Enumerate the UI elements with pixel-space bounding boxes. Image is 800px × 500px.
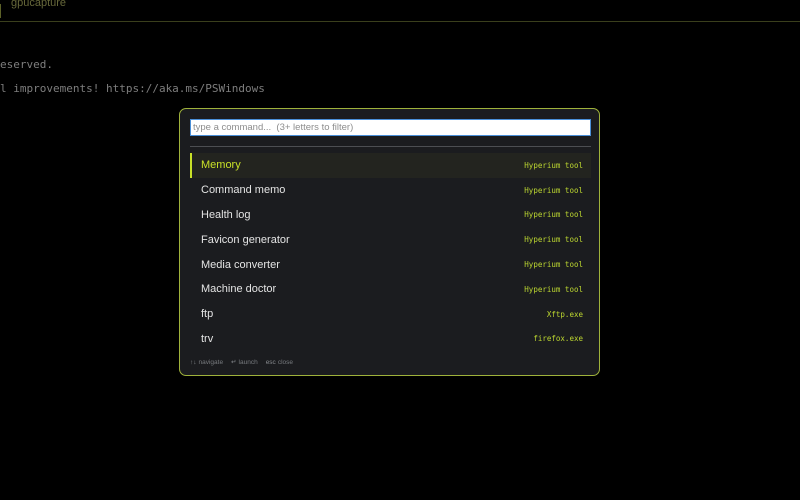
result-item-favicon-generator[interactable]: Favicon generator Hyperium tool	[190, 227, 591, 252]
hint-close: esc close	[266, 358, 293, 366]
result-name: ftp	[201, 308, 214, 321]
result-name: Health log	[201, 208, 251, 221]
result-source: Hyperium tool	[524, 284, 583, 294]
search-divider	[190, 146, 591, 147]
result-item-command-memo[interactable]: Command memo Hyperium tool	[190, 178, 591, 203]
result-name: trv	[201, 332, 214, 345]
result-item-machine-doctor[interactable]: Machine doctor Hyperium tool	[190, 277, 591, 302]
result-name: Memory	[201, 159, 241, 172]
result-item-trv[interactable]: trv firefox.exe	[190, 327, 591, 352]
arrow-keys-icon: ↑↓	[190, 358, 197, 366]
result-source: Hyperium tool	[524, 260, 583, 270]
result-name: Command memo	[201, 184, 286, 197]
result-item-ftp[interactable]: ftp Xftp.exe	[190, 302, 591, 327]
result-item-memory[interactable]: Memory Hyperium tool	[190, 153, 591, 178]
terminal-tab-strip: gpucapture	[0, 0, 800, 22]
enter-key-icon: ↵	[231, 359, 237, 366]
result-source: Hyperium tool	[524, 160, 583, 170]
desktop-stage: gpucapture eserved. l improvements! http…	[0, 0, 800, 500]
terminal-output-line: eserved.	[0, 58, 53, 71]
result-source: Xftp.exe	[546, 309, 583, 319]
terminal-output-line: l improvements! https://aka.ms/PSWindows	[0, 82, 265, 95]
terminal-tab-title[interactable]: gpucapture	[11, 0, 66, 9]
result-source: Hyperium tool	[524, 185, 583, 195]
hint-label: close	[277, 358, 293, 366]
hint-label: navigate	[198, 358, 224, 366]
hint-navigate: ↑↓ navigate	[190, 358, 223, 366]
keyboard-hints: ↑↓ navigate ↵ launch esc close	[190, 358, 293, 367]
tab-edge	[0, 4, 1, 18]
result-name: Favicon generator	[201, 233, 290, 246]
result-item-media-converter[interactable]: Media converter Hyperium tool	[190, 252, 591, 277]
result-item-health-log[interactable]: Health log Hyperium tool	[190, 203, 591, 228]
results-list: Memory Hyperium tool Command memo Hyperi…	[190, 153, 591, 351]
result-source: firefox.exe	[533, 334, 583, 344]
command-search-input[interactable]	[190, 119, 591, 136]
hint-label: launch	[238, 358, 258, 366]
result-source: Hyperium tool	[524, 235, 583, 245]
result-name: Media converter	[201, 258, 280, 271]
command-launcher: Memory Hyperium tool Command memo Hyperi…	[179, 108, 600, 376]
escape-key-icon: esc	[265, 358, 276, 366]
result-name: Machine doctor	[201, 283, 277, 296]
result-source: Hyperium tool	[524, 210, 583, 220]
hint-launch: ↵ launch	[231, 358, 258, 367]
